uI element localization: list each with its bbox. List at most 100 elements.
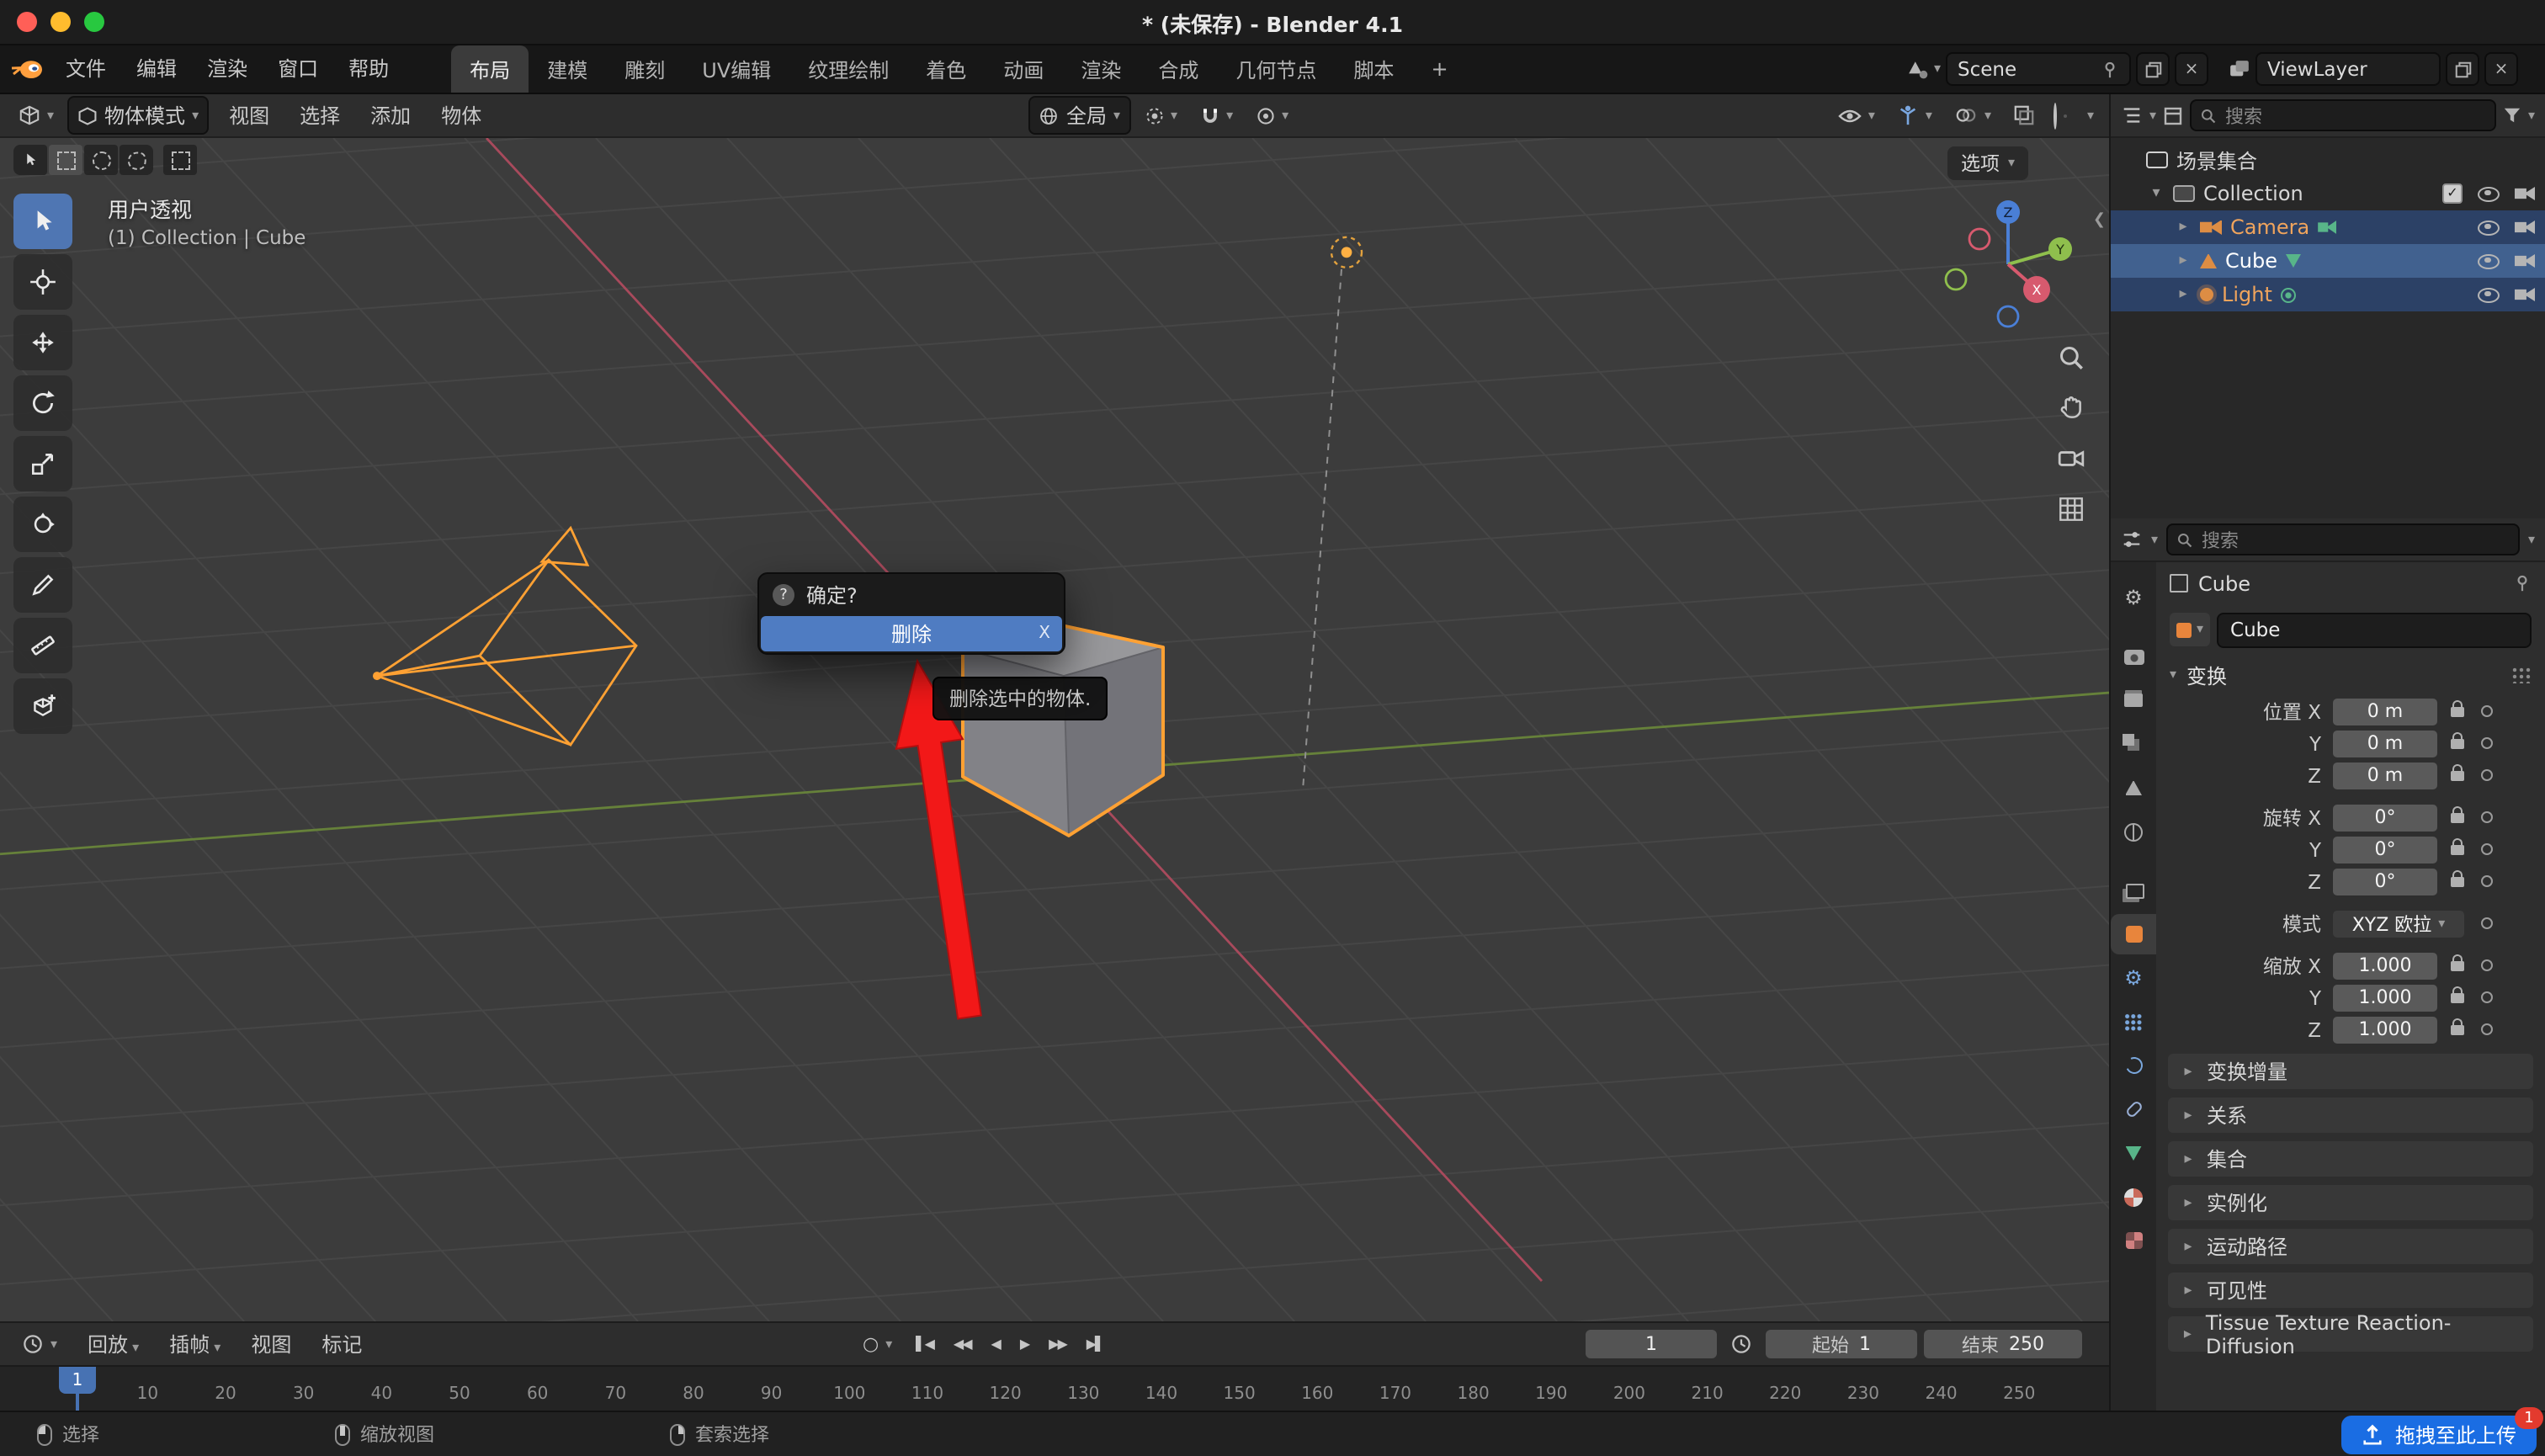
workspace-tab[interactable]: 建模 [529, 45, 606, 93]
sidebar-collapse-arrow[interactable]: ❮ [2093, 212, 2106, 229]
viewport-menu[interactable]: 添加 [355, 92, 426, 139]
tweak-select-tool[interactable] [13, 194, 72, 249]
properties-options-icon[interactable]: ▾ [2528, 533, 2535, 546]
workspace-tab[interactable]: UV编辑 [683, 45, 789, 93]
timeline-menu[interactable]: 标记 [306, 1320, 377, 1368]
value-field[interactable]: 0 m [2333, 762, 2437, 789]
constraints-tab[interactable] [2111, 1089, 2156, 1129]
unlink-scene-button[interactable]: × [2175, 52, 2208, 86]
view-layer-icon[interactable] [2229, 58, 2250, 80]
pin-icon[interactable] [2101, 60, 2119, 78]
overlays-dropdown[interactable]: ▾ [1946, 101, 2000, 130]
rotate-tool[interactable] [13, 375, 72, 431]
workspace-tab[interactable]: 渲染 [1062, 45, 1140, 93]
lock-icon[interactable] [2451, 844, 2464, 854]
outliner-row[interactable]: ▾Collection✓ [2111, 177, 2545, 210]
new-scene-button[interactable] [2136, 52, 2170, 86]
particles-tab[interactable] [2111, 1002, 2156, 1042]
upload-button[interactable]: 拖拽至此上传 1 [2341, 1416, 2537, 1454]
workspace-tab[interactable]: 合成 [1140, 45, 1217, 93]
ortho-grid-icon[interactable] [2057, 495, 2085, 523]
scene-icon[interactable] [1907, 58, 1929, 80]
workspace-tab[interactable]: 动画 [985, 45, 1062, 93]
neg-z-axis-ball[interactable] [1998, 306, 2018, 327]
editor-type-button[interactable]: ▾ [10, 101, 62, 130]
select-mode-circle-button[interactable] [84, 145, 118, 175]
wireframe-shading-button[interactable] [2054, 104, 2057, 127]
3d-viewport[interactable]: 用户透视 (1) Collection | Cube 选项 ▾ ❮ [0, 138, 2109, 1321]
lock-icon[interactable] [2451, 812, 2464, 822]
outliner-row[interactable]: ▸Cube [2111, 244, 2545, 278]
value-field[interactable]: 0° [2333, 868, 2437, 895]
animate-dot[interactable] [2481, 991, 2493, 1003]
delete-menu-item[interactable]: 删除 X [761, 616, 1062, 651]
disable-in-renders-icon[interactable] [2515, 288, 2535, 301]
frame-end-field[interactable]: 结束 250 [1924, 1330, 2082, 1358]
animate-dot[interactable] [2481, 737, 2493, 749]
lock-icon[interactable] [2451, 770, 2464, 780]
view-layer-tab[interactable] [2111, 724, 2156, 764]
filter-funnel-icon[interactable] [2503, 106, 2521, 125]
neg-y-axis-ball[interactable] [1946, 269, 1966, 290]
pivot-point-dropdown[interactable]: ▾ [1135, 102, 1186, 129]
lock-icon[interactable] [2451, 992, 2464, 1002]
animate-dot[interactable] [2481, 875, 2493, 887]
object-type-dropdown[interactable]: ▾ [2170, 613, 2210, 646]
zoom-icon[interactable] [2057, 343, 2085, 372]
transform-orientation-dropdown[interactable]: 全局 ▾ [1029, 96, 1130, 135]
expand-chevron-icon[interactable]: ▸ [2175, 219, 2192, 236]
disable-in-renders-icon[interactable] [2515, 187, 2535, 200]
hide-in-viewport-eye-icon[interactable] [2478, 186, 2500, 201]
expand-chevron-icon[interactable]: ▾ [2148, 185, 2165, 202]
workspace-tab[interactable]: 纹理绘制 [789, 45, 907, 93]
hide-in-viewport-eye-icon[interactable] [2478, 253, 2500, 268]
timeline-ruler[interactable]: 1 10203040506070809010011012013014015016… [0, 1365, 2109, 1411]
select-mode-box-button[interactable] [49, 145, 82, 175]
animate-dot[interactable] [2481, 705, 2493, 717]
xray-toggle[interactable] [2005, 101, 2043, 130]
value-field[interactable]: XYZ 欧拉▾ [2333, 910, 2464, 937]
animate-dot[interactable] [2481, 1023, 2493, 1035]
chevron-down-icon[interactable]: ▾ [2151, 533, 2158, 546]
viewport-menu[interactable]: 物体 [426, 92, 497, 139]
topbar-menu[interactable]: 文件 [50, 45, 121, 93]
value-field[interactable]: 1.000 [2333, 952, 2437, 979]
proportional-editing-toggle[interactable]: ▾ [1246, 102, 1297, 129]
jump-to-end-button[interactable]: ▶▌ [1081, 1333, 1109, 1355]
topbar-menu[interactable]: 渲染 [192, 45, 263, 93]
next-keyframe-button[interactable]: ▶▶ [1044, 1333, 1071, 1355]
pin-icon[interactable] [2513, 574, 2532, 592]
mode-dropdown[interactable]: 物体模式 ▾ [67, 96, 209, 135]
neg-x-axis-ball[interactable] [1969, 229, 1990, 249]
outliner-row[interactable]: 场景集合 [2111, 143, 2545, 177]
value-field[interactable]: 1.000 [2333, 984, 2437, 1011]
keying-set-button[interactable]: ○▾ [854, 1330, 901, 1358]
move-tool[interactable] [13, 315, 72, 370]
current-frame-field[interactable]: 1 [1586, 1330, 1717, 1358]
select-mode-extend-button[interactable] [163, 145, 197, 175]
scene-name-field[interactable]: Scene [1946, 52, 2131, 86]
select-mode-tweak-button[interactable] [13, 145, 47, 175]
value-field[interactable]: 0 m [2333, 730, 2437, 757]
expand-chevron-icon[interactable]: ▸ [2175, 286, 2192, 303]
render-tab[interactable] [2111, 636, 2156, 677]
pan-hand-icon[interactable] [2057, 394, 2085, 422]
gizmos-dropdown[interactable]: ▾ [1889, 101, 1941, 130]
workspace-tab[interactable]: 雕刻 [606, 45, 683, 93]
collapsed-section[interactable]: ▸可见性 [2168, 1273, 2533, 1308]
object-data-tab[interactable] [2111, 1133, 2156, 1173]
modifiers-tab[interactable] [2111, 958, 2156, 998]
outliner-row[interactable]: ▸Light [2111, 278, 2545, 311]
collapsed-section[interactable]: ▸Tissue Texture Reaction-Diffusion [2168, 1316, 2533, 1352]
topbar-menu[interactable]: 窗口 [263, 45, 333, 93]
output-tab[interactable] [2111, 680, 2156, 720]
animate-dot[interactable] [2481, 959, 2493, 971]
camera-object[interactable] [373, 528, 636, 745]
add-cube-tool[interactable] [13, 678, 72, 734]
collapsed-section[interactable]: ▸实例化 [2168, 1185, 2533, 1220]
outliner-row[interactable]: ▸Camera [2111, 210, 2545, 244]
close-window-button[interactable] [17, 12, 37, 32]
outliner-editor-icon[interactable] [2121, 104, 2143, 126]
solid-shading-button[interactable] [2064, 114, 2067, 117]
viewport-menu[interactable]: 视图 [214, 92, 284, 139]
